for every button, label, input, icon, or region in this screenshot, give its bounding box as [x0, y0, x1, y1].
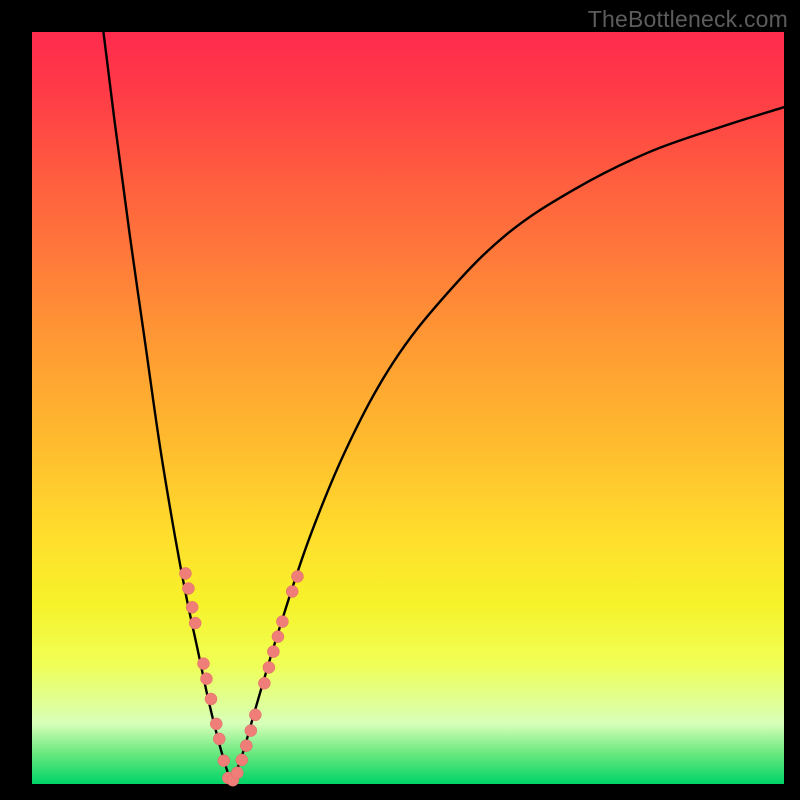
curve-right-branch: [231, 107, 784, 784]
data-marker: [286, 585, 298, 597]
data-marker: [186, 601, 198, 613]
data-marker: [245, 725, 257, 737]
data-marker: [210, 718, 222, 730]
chart-svg: [32, 32, 784, 784]
data-marker: [200, 673, 212, 685]
data-marker: [236, 754, 248, 766]
data-marker: [249, 709, 261, 721]
data-marker: [276, 616, 288, 628]
data-marker: [213, 733, 225, 745]
curve-group: [103, 32, 784, 784]
data-marker: [240, 740, 252, 752]
data-marker: [205, 693, 217, 705]
data-marker: [272, 631, 284, 643]
data-marker: [218, 755, 230, 767]
marker-group: [179, 567, 303, 786]
chart-frame: TheBottleneck.com: [0, 0, 800, 800]
watermark-text: TheBottleneck.com: [588, 6, 788, 33]
data-marker: [197, 658, 209, 670]
data-marker: [189, 617, 201, 629]
data-marker: [231, 767, 243, 779]
plot-area: [32, 32, 784, 784]
curve-left-branch: [103, 32, 231, 784]
data-marker: [291, 570, 303, 582]
data-marker: [258, 677, 270, 689]
data-marker: [267, 646, 279, 658]
data-marker: [182, 582, 194, 594]
data-marker: [179, 567, 191, 579]
data-marker: [263, 661, 275, 673]
